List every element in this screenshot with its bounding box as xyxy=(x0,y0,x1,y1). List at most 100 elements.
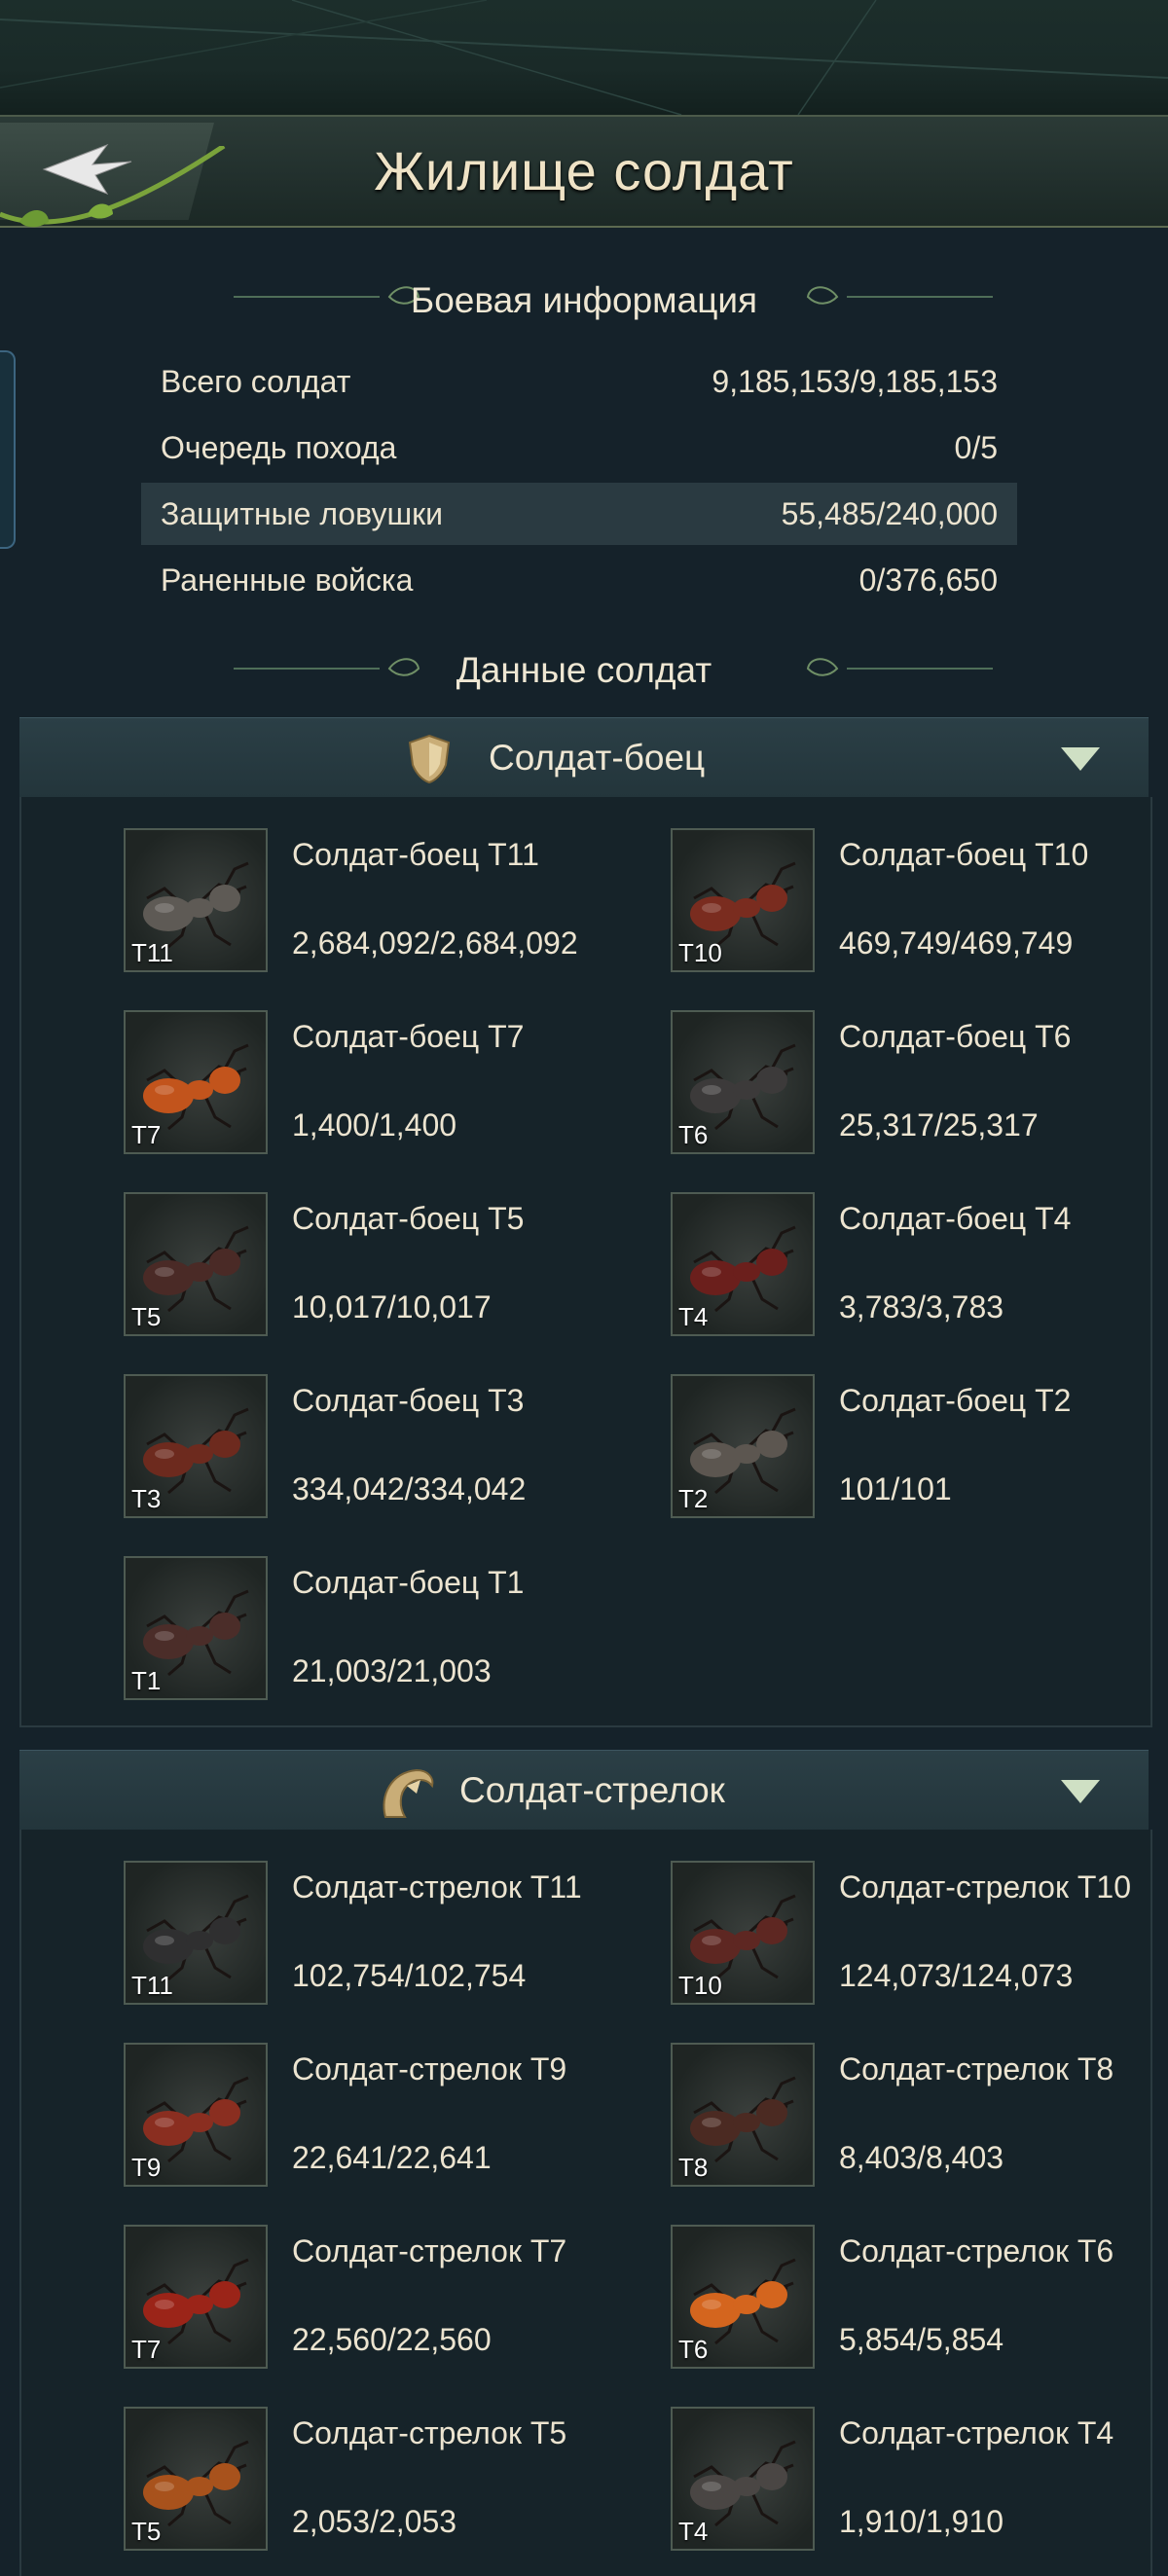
chevron-down-icon[interactable] xyxy=(1061,1780,1100,1805)
info-row-defense-traps: Защитные ловушки 55,485/240,000 xyxy=(141,483,1017,545)
info-label: Защитные ловушки xyxy=(161,496,444,531)
unit-count: 334,042/334,042 xyxy=(292,1471,527,1506)
tier-badge: T6 xyxy=(678,1120,709,1149)
group-title: Солдат-боец xyxy=(489,738,706,778)
unit-card[interactable]: T6 Солдат-стрелок T6 5,854/5,854 xyxy=(671,2225,1168,2371)
unit-name: Солдат-боец T3 xyxy=(292,1383,525,1418)
ant-portrait: T1 xyxy=(124,1556,268,1700)
unit-name: Солдат-стрелок T11 xyxy=(292,1869,582,1905)
tier-badge: T5 xyxy=(131,1302,162,1331)
unit-count: 8,403/8,403 xyxy=(839,2140,1004,2175)
unit-card[interactable]: T4 Солдат-стрелок T4 1,910/1,910 xyxy=(671,2407,1168,2553)
tier-badge: T4 xyxy=(678,1302,709,1331)
unit-name: Солдат-стрелок T9 xyxy=(292,2051,567,2086)
ant-portrait: T4 xyxy=(671,2407,815,2551)
unit-card[interactable]: T1 Солдат-боец T1 21,003/21,003 xyxy=(124,1556,649,1702)
unit-count: 2,684,092/2,684,092 xyxy=(292,925,578,961)
group-title: Солдат-стрелок xyxy=(459,1770,725,1810)
ant-portrait: T6 xyxy=(671,2225,815,2369)
unit-name: Солдат-боец T7 xyxy=(292,1019,525,1054)
unit-count: 21,003/21,003 xyxy=(292,1653,492,1688)
unit-name: Солдат-боец T6 xyxy=(839,1019,1072,1054)
unit-name: Солдат-боец T2 xyxy=(839,1383,1072,1418)
tier-badge: T4 xyxy=(678,2517,709,2546)
tier-badge: T2 xyxy=(678,1484,709,1513)
unit-name: Солдат-стрелок T6 xyxy=(839,2233,1114,2268)
info-label: Очередь похода xyxy=(161,430,397,465)
unit-name: Солдат-боец T1 xyxy=(292,1565,525,1600)
unit-count: 5,854/5,854 xyxy=(839,2322,1004,2357)
info-value: 55,485/240,000 xyxy=(781,496,998,531)
unit-card[interactable]: T5 Солдат-стрелок T5 2,053/2,053 xyxy=(124,2407,649,2553)
top-background xyxy=(0,0,1168,115)
ant-portrait: T7 xyxy=(124,1010,268,1154)
unit-name: Солдат-боец T10 xyxy=(839,837,1089,872)
info-label: Всего солдат xyxy=(161,364,351,399)
unit-card[interactable]: T8 Солдат-стрелок T8 8,403/8,403 xyxy=(671,2043,1168,2189)
unit-card[interactable]: T4 Солдат-боец T4 3,783/3,783 xyxy=(671,1192,1168,1338)
unit-name: Солдат-стрелок T5 xyxy=(292,2415,567,2450)
info-value: 9,185,153/9,185,153 xyxy=(712,364,998,399)
ant-portrait: T5 xyxy=(124,2407,268,2551)
unit-count: 22,560/22,560 xyxy=(292,2322,492,2357)
unit-count: 1,910/1,910 xyxy=(839,2504,1004,2539)
unit-count: 10,017/10,017 xyxy=(292,1289,492,1324)
info-label: Раненные войска xyxy=(161,562,414,598)
ant-portrait: T2 xyxy=(671,1374,815,1518)
tier-badge: T7 xyxy=(131,2335,162,2364)
unit-count: 2,053/2,053 xyxy=(292,2504,457,2539)
ant-portrait: T10 xyxy=(671,828,815,972)
ant-portrait: T5 xyxy=(124,1192,268,1336)
group-header-fighter[interactable]: Солдат-боец xyxy=(19,717,1149,798)
info-value: 0/376,650 xyxy=(858,562,998,598)
unit-card[interactable]: T3 Солдат-боец T3 334,042/334,042 xyxy=(124,1374,649,1520)
ant-portrait: T11 xyxy=(124,1861,268,2005)
ant-portrait: T10 xyxy=(671,1861,815,2005)
unit-name: Солдат-стрелок T10 xyxy=(839,1869,1131,1905)
unit-card[interactable]: T9 Солдат-стрелок T9 22,641/22,641 xyxy=(124,2043,649,2189)
tier-badge: T11 xyxy=(131,938,173,967)
unit-card[interactable]: T10 Солдат-боец T10 469,749/469,749 xyxy=(671,828,1168,974)
unit-name: Солдат-боец T5 xyxy=(292,1201,525,1236)
unit-card[interactable]: T11 Солдат-боец T11 2,684,092/2,684,092 xyxy=(124,828,649,974)
info-value: 0/5 xyxy=(954,430,998,465)
unit-card[interactable]: T2 Солдат-боец T2 101/101 xyxy=(671,1374,1168,1520)
info-row-march-queue: Очередь похода 0/5 xyxy=(141,417,1017,479)
unit-card[interactable]: T7 Солдат-стрелок T7 22,560/22,560 xyxy=(124,2225,649,2371)
chevron-down-icon[interactable] xyxy=(1061,747,1100,773)
ant-portrait: T4 xyxy=(671,1192,815,1336)
tier-badge: T8 xyxy=(678,2153,709,2182)
group-header-shooter[interactable]: Солдат-стрелок xyxy=(19,1750,1149,1831)
unit-card[interactable]: T11 Солдат-стрелок T11 102,754/102,754 xyxy=(124,1861,649,2007)
battle-info-heading: Боевая информация xyxy=(410,280,758,320)
unit-card[interactable]: T5 Солдат-боец T5 10,017/10,017 xyxy=(124,1192,649,1338)
page-title: Жилище солдат xyxy=(374,140,794,201)
tier-badge: T6 xyxy=(678,2335,709,2364)
unit-name: Солдат-стрелок T7 xyxy=(292,2233,567,2268)
unit-count: 469,749/469,749 xyxy=(839,925,1074,961)
web-texture xyxy=(0,0,1168,115)
unit-name: Солдат-стрелок T4 xyxy=(839,2415,1114,2450)
unit-count: 25,317/25,317 xyxy=(839,1107,1039,1143)
tier-badge: T9 xyxy=(131,2153,162,2182)
unit-card[interactable]: T7 Солдат-боец T7 1,400/1,400 xyxy=(124,1010,649,1156)
unit-name: Солдат-стрелок T8 xyxy=(839,2051,1114,2086)
ant-portrait: T9 xyxy=(124,2043,268,2187)
ant-portrait: T7 xyxy=(124,2225,268,2369)
unit-count: 3,783/3,783 xyxy=(839,1289,1004,1324)
side-drawer-tab[interactable] xyxy=(0,350,16,549)
tier-badge: T11 xyxy=(131,1971,173,2000)
unit-card[interactable]: T10 Солдат-стрелок T10 124,073/124,073 xyxy=(671,1861,1168,2007)
group-panel-shooter: T11 Солдат-стрелок T11 102,754/102,754 T10 С… xyxy=(19,1830,1152,2576)
soldier-data-heading: Данные солдат xyxy=(456,650,712,690)
tier-badge: T7 xyxy=(131,1120,162,1149)
unit-count: 124,073/124,073 xyxy=(839,1958,1074,1993)
ant-portrait: T3 xyxy=(124,1374,268,1518)
unit-name: Солдат-боец T11 xyxy=(292,837,539,872)
unit-card[interactable]: T6 Солдат-боец T6 25,317/25,317 xyxy=(671,1010,1168,1156)
ant-portrait: T6 xyxy=(671,1010,815,1154)
tier-badge: T5 xyxy=(131,2517,162,2546)
unit-name: Солдат-боец T4 xyxy=(839,1201,1072,1236)
header-bar: Жилище солдат xyxy=(0,115,1168,228)
unit-count: 102,754/102,754 xyxy=(292,1958,527,1993)
